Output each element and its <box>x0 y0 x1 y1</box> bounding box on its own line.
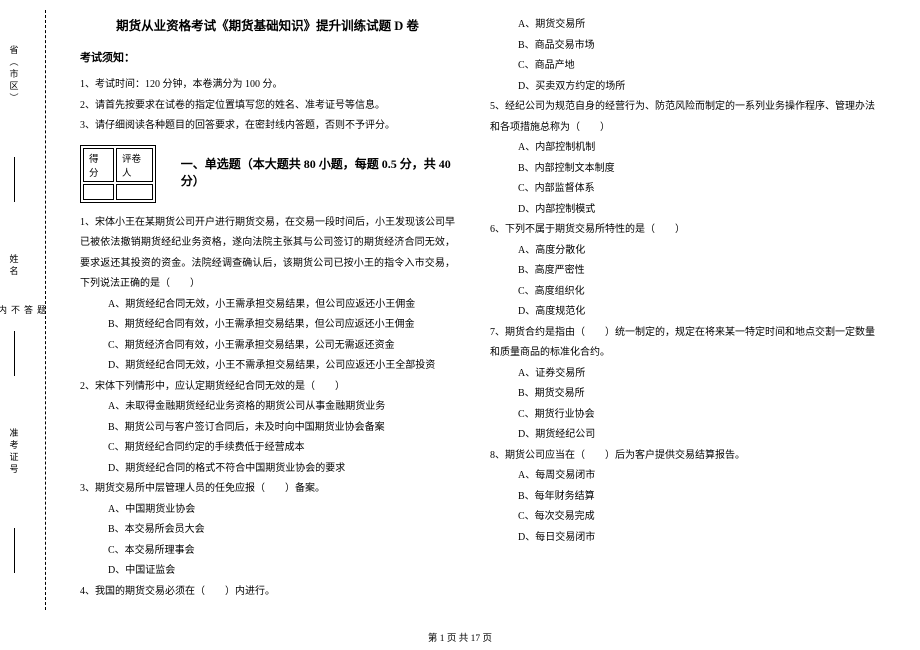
binding-field-name: 姓名 <box>8 254 21 278</box>
score-section-row: 得 分 评卷人 一、单选题（本大题共 80 小题，每题 0.5 分，共 40 分… <box>80 137 455 208</box>
question-option: A、未取得金融期货经纪业务资格的期货公司从事金融期货业务 <box>80 397 455 418</box>
question-option: B、高度严密性 <box>490 261 875 282</box>
binding-field-province: 省（市区） <box>8 45 21 105</box>
question-option: C、本交易所理事会 <box>80 541 455 562</box>
question-option: D、每日交易闭市 <box>490 528 875 549</box>
notice-line: 3、请仔细阅读各种题目的回答要求，在密封线内答题，否则不予评分。 <box>80 116 455 137</box>
question-option: D、高度规范化 <box>490 302 875 323</box>
question-option: D、期货经纪公司 <box>490 425 875 446</box>
grader-label: 评卷人 <box>116 148 153 182</box>
binding-margin: 省（市区） 姓名 准考证号 题 答 不 内 线 封 密 <box>0 0 55 620</box>
exam-title: 期货从业资格考试《期货基础知识》提升训练试题 D 卷 <box>80 15 455 34</box>
question-stem: 4、我国的期货交易必须在（ ）内进行。 <box>80 582 455 603</box>
question-option: A、每周交易闭市 <box>490 466 875 487</box>
grader-blank <box>116 184 153 200</box>
question-option: B、期货交易所 <box>490 384 875 405</box>
score-blank <box>83 184 114 200</box>
question-option: A、高度分散化 <box>490 241 875 262</box>
binding-underline <box>14 157 15 202</box>
question-option: B、每年财务结算 <box>490 487 875 508</box>
question-option: D、期货经纪合同无效，小王不需承担交易结果，公司应返还小王全部投资 <box>80 356 455 377</box>
page-footer: 第 1 页 共 17 页 <box>0 630 920 644</box>
question-option: C、高度组织化 <box>490 282 875 303</box>
question-option: D、中国证监会 <box>80 561 455 582</box>
question-option: D、买卖双方约定的场所 <box>490 77 875 98</box>
question-option: C、期货经纪合同约定的手续费低于经营成本 <box>80 438 455 459</box>
question-stem: 7、期货合约是指由（ ）统一制定的，规定在将来某一特定时间和地点交割一定数量和质… <box>490 323 875 364</box>
question-option: D、期货经纪合同的格式不符合中国期货业协会的要求 <box>80 459 455 480</box>
section-title: 一、单选题（本大题共 80 小题，每题 0.5 分，共 40 分） <box>181 155 455 189</box>
notice-line: 1、考试时间：120 分钟，本卷满分为 100 分。 <box>80 75 455 96</box>
binding-underline <box>14 528 15 573</box>
question-option: C、商品产地 <box>490 56 875 77</box>
binding-underline <box>14 331 15 376</box>
question-option: B、内部控制文本制度 <box>490 159 875 180</box>
question-stem: 1、宋体小王在某期货公司开户进行期货交易，在交易一段时间后，小王发现该公司早已被… <box>80 213 455 295</box>
question-option: D、内部控制模式 <box>490 200 875 221</box>
right-column: A、期货交易所 B、商品交易市场 C、商品产地 D、买卖双方约定的场所 5、经纪… <box>475 0 895 620</box>
question-option: C、每次交易完成 <box>490 507 875 528</box>
notice-heading: 考试须知： <box>80 49 455 65</box>
question-option: C、期货经济合同有效，小王需承担交易结果，公司无需返还资金 <box>80 336 455 357</box>
question-stem: 5、经纪公司为规范自身的经营行为、防范风险而制定的一系列业务操作程序、管理办法和… <box>490 97 875 138</box>
question-option: A、中国期货业协会 <box>80 500 455 521</box>
score-label: 得 分 <box>83 148 114 182</box>
left-column: 期货从业资格考试《期货基础知识》提升训练试题 D 卷 考试须知： 1、考试时间：… <box>55 0 475 620</box>
question-option: B、本交易所会员大会 <box>80 520 455 541</box>
question-option: B、商品交易市场 <box>490 36 875 57</box>
question-stem: 3、期货交易所中层管理人员的任免应报（ ）备案。 <box>80 479 455 500</box>
seal-char: 题 <box>35 302 48 319</box>
binding-field-id: 准考证号 <box>8 428 21 476</box>
question-option: A、期货交易所 <box>490 15 875 36</box>
question-stem: 8、期货公司应当在（ ）后为客户提供交易结算报告。 <box>490 446 875 467</box>
question-option: B、期货经纪合同有效，小王需承担交易结果，但公司应返还小王佣金 <box>80 315 455 336</box>
score-table: 得 分 评卷人 <box>80 145 156 203</box>
seal-char: 答 <box>22 302 35 319</box>
notice-line: 2、请首先按要求在试卷的指定位置填写您的姓名、准考证号等信息。 <box>80 96 455 117</box>
question-stem: 2、宋体下列情形中，应认定期货经纪合同无效的是（ ） <box>80 377 455 398</box>
seal-char: 不 <box>9 302 22 319</box>
question-stem: 6、下列不属于期货交易所特性的是（ ） <box>490 220 875 241</box>
question-option: C、内部监督体系 <box>490 179 875 200</box>
question-option: B、期货公司与客户签订合同后，未及时向中国期货业协会备案 <box>80 418 455 439</box>
seal-char: 内 <box>0 302 9 319</box>
question-option: A、期货经纪合同无效，小王需承担交易结果，但公司应返还小王佣金 <box>80 295 455 316</box>
question-option: C、期货行业协会 <box>490 405 875 426</box>
question-option: A、内部控制机制 <box>490 138 875 159</box>
binding-seal-text: 题 答 不 内 线 封 密 <box>28 10 48 610</box>
question-option: A、证券交易所 <box>490 364 875 385</box>
